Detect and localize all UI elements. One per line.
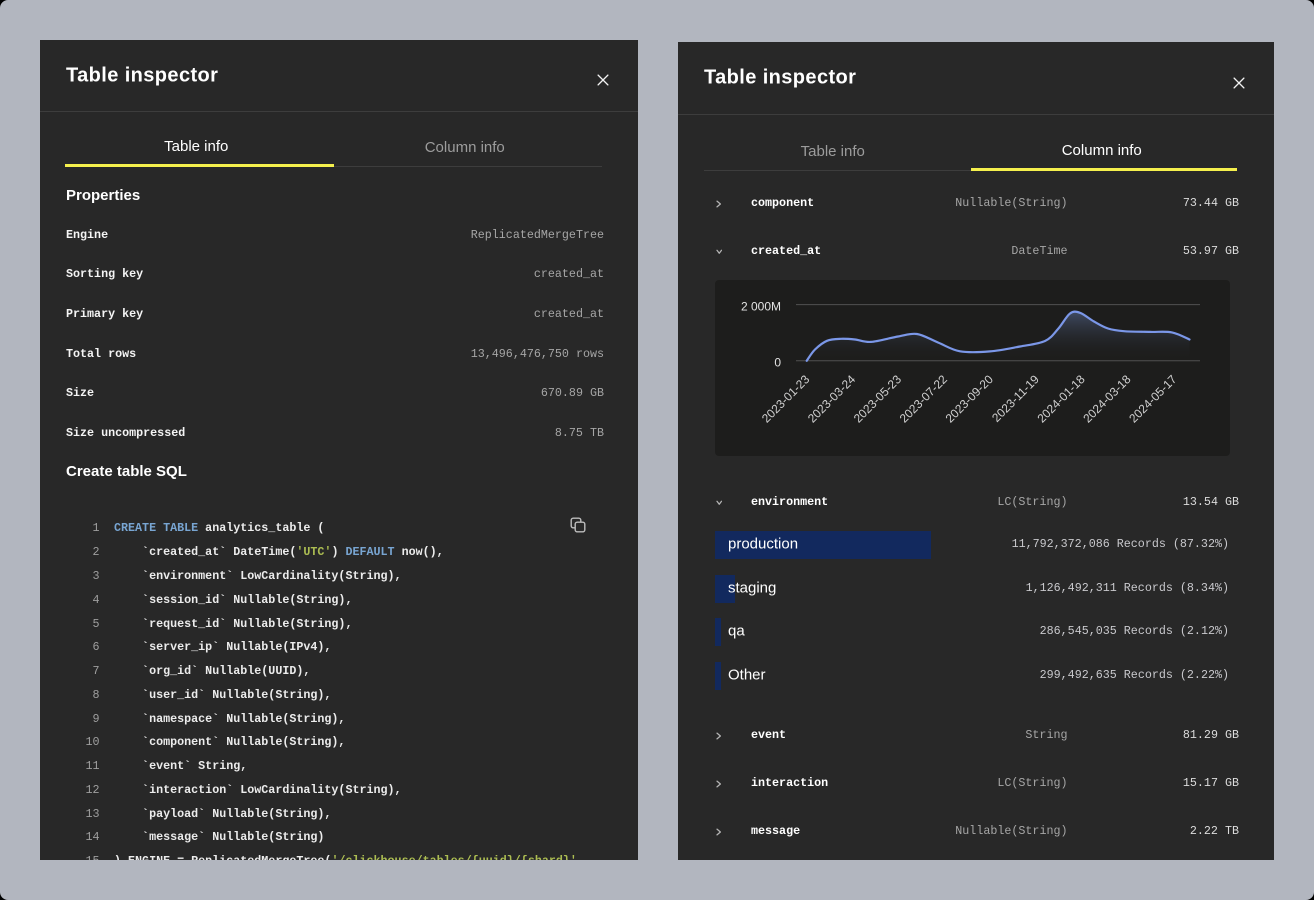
svg-text:2024-01-18: 2024-01-18 <box>1034 372 1088 426</box>
svg-text:2024-03-18: 2024-03-18 <box>1080 372 1134 426</box>
svg-text:2024-05-17: 2024-05-17 <box>1126 372 1180 426</box>
svg-text:2023-09-20: 2023-09-20 <box>943 372 997 426</box>
svg-text:2023-01-23: 2023-01-23 <box>759 372 813 426</box>
svg-text:2023-05-23: 2023-05-23 <box>851 372 905 426</box>
svg-text:2 000M: 2 000M <box>741 300 781 314</box>
svg-text:2023-07-22: 2023-07-22 <box>897 372 951 426</box>
svg-text:2023-03-24: 2023-03-24 <box>805 372 859 426</box>
svg-text:0: 0 <box>774 356 781 370</box>
svg-text:2023-11-19: 2023-11-19 <box>989 372 1042 425</box>
